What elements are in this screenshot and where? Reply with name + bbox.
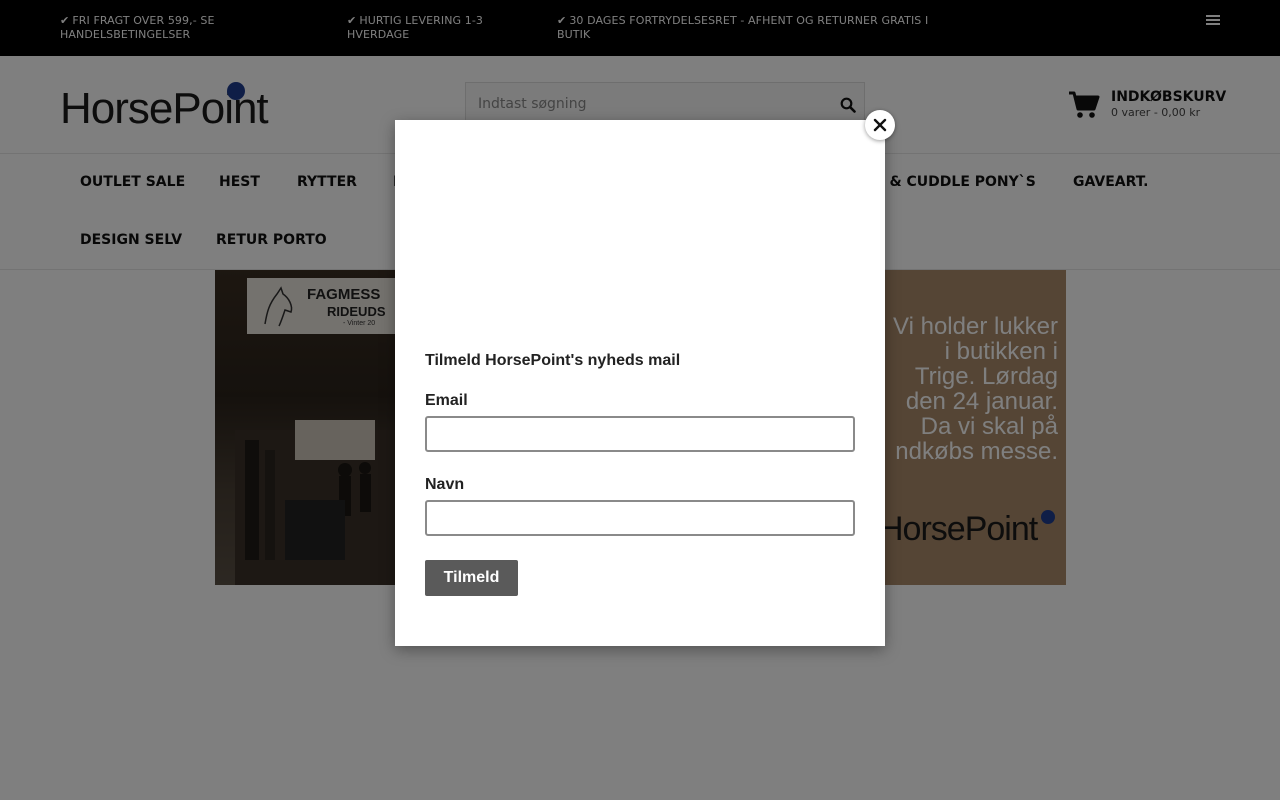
subscribe-button[interactable]: Tilmeld <box>425 560 518 596</box>
newsletter-modal: Tilmeld HorsePoint's nyheds mail Email N… <box>395 120 885 646</box>
modal-close-button[interactable] <box>865 110 895 140</box>
email-label: Email <box>425 392 468 409</box>
email-field[interactable] <box>425 416 855 452</box>
modal-title: Tilmeld HorsePoint's nyheds mail <box>425 352 681 369</box>
name-field[interactable] <box>425 500 855 536</box>
close-icon <box>873 118 887 132</box>
name-label: Navn <box>425 476 465 493</box>
